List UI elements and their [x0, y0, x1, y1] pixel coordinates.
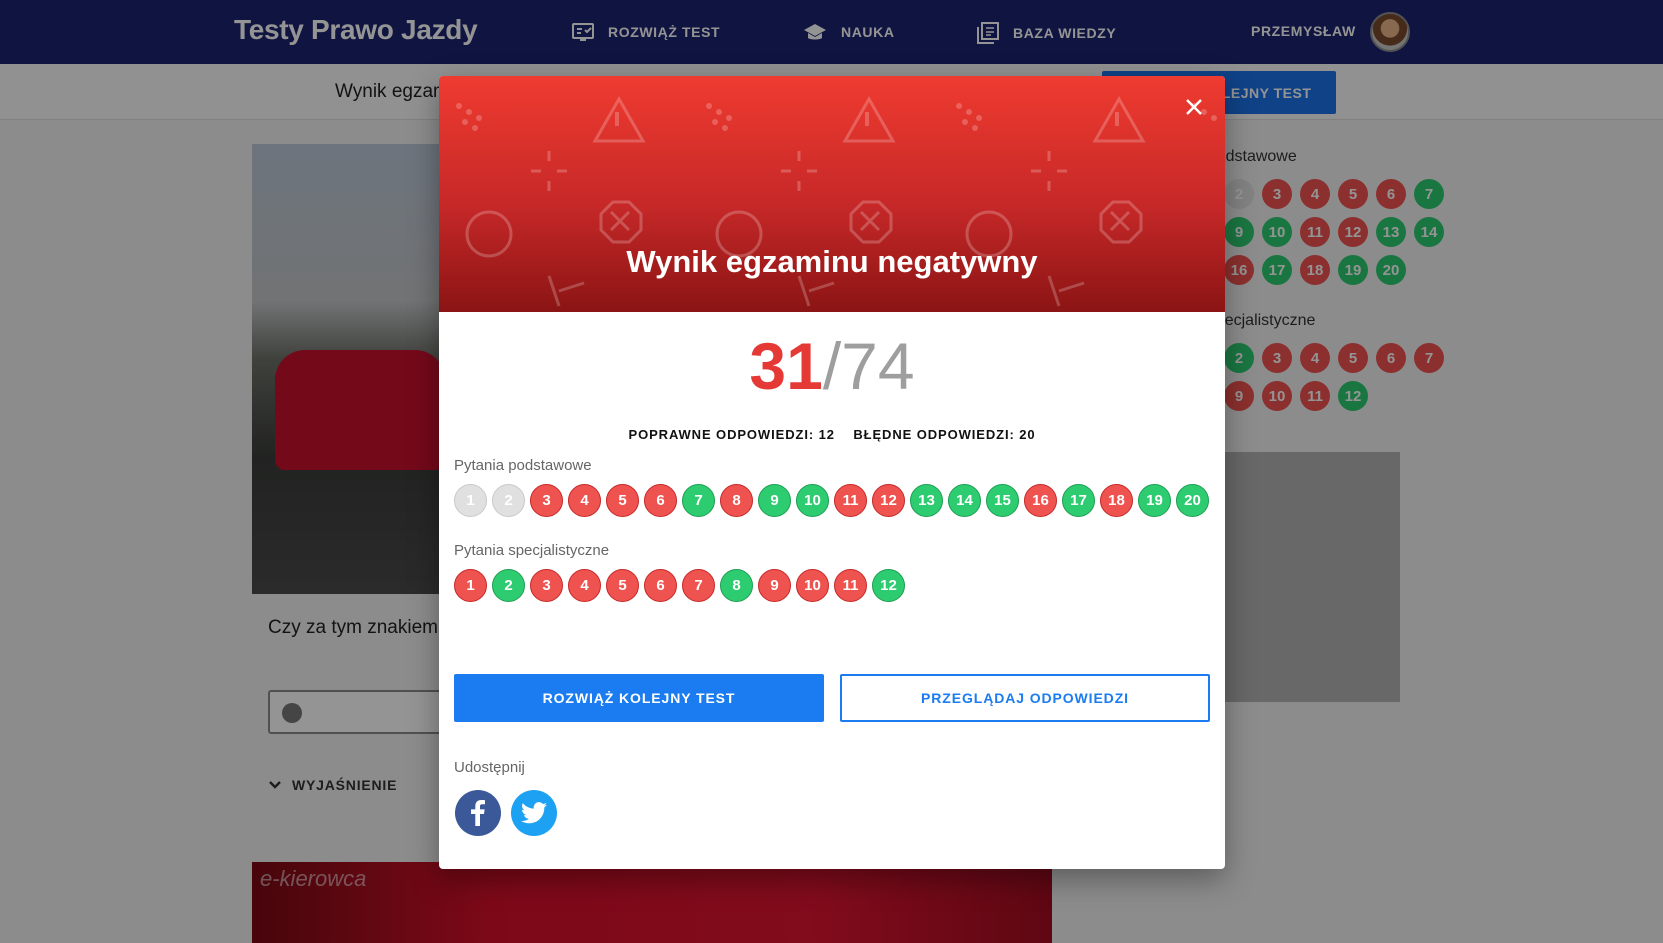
basic-question-dot-16[interactable]: 16: [1024, 484, 1057, 517]
basic-questions-list: 1 2 3 4 5 6 7 8 9 10 11 12 13 14 15 16 17 18 19 20: [454, 484, 1209, 517]
facebook-share-button[interactable]: [455, 790, 501, 836]
specialist-question-dot-11[interactable]: 11: [834, 569, 867, 602]
basic-question-dot-4[interactable]: 4: [568, 484, 601, 517]
basic-question-dot-15[interactable]: 15: [986, 484, 1019, 517]
specialist-question-dot-6[interactable]: 6: [644, 569, 677, 602]
answer-stats: POPRAWNE ODPOWIEDZI: 12 BŁĘDNE ODPOWIEDZ…: [439, 427, 1225, 442]
close-icon[interactable]: [1181, 94, 1207, 120]
specialist-question-dot-9[interactable]: 9: [758, 569, 791, 602]
twitter-icon: [521, 802, 547, 824]
basic-question-dot-17[interactable]: 17: [1062, 484, 1095, 517]
specialist-question-dot-12[interactable]: 12: [872, 569, 905, 602]
basic-question-dot-20[interactable]: 20: [1176, 484, 1209, 517]
score-display: 31/74: [439, 328, 1225, 404]
basic-question-dot-14[interactable]: 14: [948, 484, 981, 517]
result-modal: Wynik egzaminu negatywny 31/74 POPRAWNE …: [439, 76, 1225, 869]
specialist-questions-label: Pytania specjalistyczne: [454, 542, 610, 559]
score-separator: /: [822, 329, 842, 403]
basic-question-dot-1[interactable]: 1: [454, 484, 487, 517]
review-answers-button[interactable]: PRZEGLĄDAJ ODPOWIEDZI: [840, 674, 1210, 722]
specialist-questions-list: 1 2 3 4 5 6 7 8 9 10 11 12: [454, 569, 905, 602]
basic-question-dot-13[interactable]: 13: [910, 484, 943, 517]
specialist-question-dot-5[interactable]: 5: [606, 569, 639, 602]
facebook-icon: [471, 800, 485, 826]
basic-question-dot-18[interactable]: 18: [1100, 484, 1133, 517]
specialist-question-dot-7[interactable]: 7: [682, 569, 715, 602]
specialist-question-dot-8[interactable]: 8: [720, 569, 753, 602]
score-total: 74: [841, 329, 915, 403]
specialist-question-dot-1[interactable]: 1: [454, 569, 487, 602]
specialist-question-dot-4[interactable]: 4: [568, 569, 601, 602]
specialist-question-dot-2[interactable]: 2: [492, 569, 525, 602]
twitter-share-button[interactable]: [511, 790, 557, 836]
modal-header: Wynik egzaminu negatywny: [439, 76, 1225, 312]
basic-question-dot-7[interactable]: 7: [682, 484, 715, 517]
basic-question-dot-6[interactable]: 6: [644, 484, 677, 517]
basic-question-dot-3[interactable]: 3: [530, 484, 563, 517]
basic-question-dot-19[interactable]: 19: [1138, 484, 1171, 517]
basic-question-dot-5[interactable]: 5: [606, 484, 639, 517]
wrong-answers-count: BŁĘDNE ODPOWIEDZI: 20: [853, 427, 1036, 442]
correct-answers-count: POPRAWNE ODPOWIEDZI: 12: [628, 427, 835, 442]
basic-questions-label: Pytania podstawowe: [454, 457, 592, 474]
specialist-question-dot-3[interactable]: 3: [530, 569, 563, 602]
basic-question-dot-11[interactable]: 11: [834, 484, 867, 517]
basic-question-dot-8[interactable]: 8: [720, 484, 753, 517]
basic-question-dot-12[interactable]: 12: [872, 484, 905, 517]
score-correct: 31: [749, 329, 823, 403]
modal-title: Wynik egzaminu negatywny: [626, 244, 1038, 279]
basic-question-dot-2[interactable]: 2: [492, 484, 525, 517]
basic-question-dot-10[interactable]: 10: [796, 484, 829, 517]
specialist-question-dot-10[interactable]: 10: [796, 569, 829, 602]
next-test-button[interactable]: ROZWIĄŻ KOLEJNY TEST: [454, 674, 824, 722]
basic-question-dot-9[interactable]: 9: [758, 484, 791, 517]
share-label: Udostępnij: [454, 759, 525, 776]
